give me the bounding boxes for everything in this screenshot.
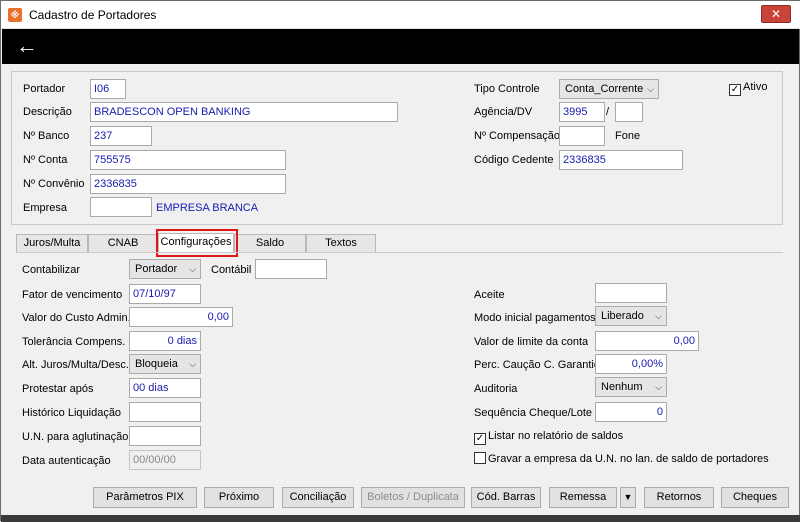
- un-label: U.N. para aglutinação: [22, 431, 129, 443]
- caucao-field[interactable]: 0,00%: [595, 354, 667, 374]
- data-aut-label: Data autenticação: [22, 455, 111, 467]
- fone-label: Fone: [615, 130, 641, 142]
- codigo-cedente-field[interactable]: 2336835: [559, 150, 683, 170]
- limite-label: Valor de limite da conta: [474, 336, 589, 348]
- tolerancia-label: Tolerância Compens.: [22, 336, 126, 348]
- chevron-down-icon: ⌵: [655, 382, 662, 392]
- sequencia-label: Sequência Cheque/Lote: [474, 407, 593, 419]
- alt-juros-select[interactable]: Bloqueia ⌵: [129, 354, 201, 374]
- nbanco-label: Nº Banco: [23, 130, 70, 142]
- proximo-button[interactable]: Próximo: [204, 487, 274, 508]
- descricao-label: Descrição: [23, 106, 72, 118]
- tab-juros-multa[interactable]: Juros/Multa: [16, 234, 88, 252]
- caucao-label: Perc. Caução C. Garantida: [474, 359, 607, 371]
- listar-label: Listar no relatório de saldos: [488, 430, 624, 442]
- cheques-button[interactable]: Cheques: [721, 487, 789, 508]
- protestar-field[interactable]: 00 dias: [129, 378, 201, 398]
- data-aut-field: 00/00/00: [129, 450, 201, 470]
- ncompensacao-label: Nº Compensação: [474, 130, 560, 142]
- contabilizar-select[interactable]: Portador ⌵: [129, 259, 201, 279]
- gravar-label: Gravar a empresa da U.N. no lan. de sald…: [488, 453, 769, 465]
- ativo-checkbox[interactable]: ✓ Ativo: [729, 81, 767, 96]
- retornos-button[interactable]: Retornos: [644, 487, 714, 508]
- nconta-label: Nº Conta: [23, 154, 68, 166]
- nconvenio-field[interactable]: 2336835: [90, 174, 286, 194]
- portador-field[interactable]: I06: [90, 79, 126, 99]
- historico-label: Histórico Liquidação: [22, 407, 122, 419]
- tolerancia-field[interactable]: 0 dias: [129, 331, 201, 351]
- alt-juros-value: Bloqueia: [135, 358, 178, 370]
- custo-label: Valor do Custo Admin.: [22, 312, 131, 324]
- remessa-dropdown-icon[interactable]: ▼: [620, 487, 636, 508]
- tipo-controle-select[interactable]: Conta_Corrente ⌵: [559, 79, 659, 99]
- empresa-field[interactable]: [90, 197, 152, 217]
- agencia-separator: /: [606, 106, 610, 118]
- nbanco-field[interactable]: 237: [90, 126, 152, 146]
- gravar-checkbox[interactable]: Gravar a empresa da U.N. no lan. de sald…: [474, 452, 769, 465]
- remessa-button[interactable]: Remessa: [549, 487, 617, 508]
- protestar-label: Protestar após: [22, 383, 94, 395]
- nconta-field[interactable]: 755575: [90, 150, 286, 170]
- back-arrow-icon[interactable]: ←: [16, 33, 38, 59]
- chevron-down-icon: ⌵: [189, 264, 196, 274]
- descricao-field[interactable]: BRADESCON OPEN BANKING: [90, 102, 398, 122]
- chevron-down-icon: ⌵: [189, 359, 196, 369]
- sequencia-field[interactable]: 0: [595, 402, 667, 422]
- conciliacao-button[interactable]: Conciliação: [282, 487, 354, 508]
- listar-checkbox-box: ✓: [474, 433, 486, 445]
- chevron-down-icon: ⌵: [655, 311, 662, 321]
- close-button[interactable]: ✕: [761, 5, 791, 23]
- contabil-field[interactable]: [255, 259, 327, 279]
- custo-field[interactable]: 0,00: [129, 307, 233, 327]
- modo-select[interactable]: Liberado ⌵: [595, 306, 667, 326]
- ativo-checkbox-box: ✓: [729, 84, 741, 96]
- agencia-field[interactable]: 3995: [559, 102, 605, 122]
- aceite-field[interactable]: [595, 283, 667, 303]
- tipo-controle-label: Tipo Controle: [474, 83, 540, 95]
- codigo-cedente-label: Código Cedente: [474, 154, 554, 166]
- chevron-down-icon: ⌵: [647, 84, 654, 94]
- ativo-label: Ativo: [743, 81, 768, 93]
- title-bar: ※ Cadastro de Portadores ✕: [1, 1, 800, 29]
- tab-saldo[interactable]: Saldo: [234, 234, 306, 252]
- parametros-pix-button[interactable]: Parâmetros PIX: [93, 487, 197, 508]
- contabil-label: Contábil: [211, 264, 252, 276]
- nav-bar: ←: [2, 29, 799, 64]
- agencia-label: Agência/DV: [474, 106, 533, 118]
- contabilizar-value: Portador: [135, 263, 178, 275]
- boletos-duplicata-button: Boletos / Duplicata: [361, 487, 465, 508]
- fator-label: Fator de vencimento: [22, 289, 123, 301]
- modo-label: Modo inicial pagamentos: [474, 312, 596, 324]
- gravar-checkbox-box: [474, 452, 486, 464]
- contabilizar-label: Contabilizar: [22, 264, 81, 276]
- tipo-controle-value: Conta_Corrente: [565, 83, 644, 95]
- aceite-label: Aceite: [474, 289, 505, 301]
- portador-label: Portador: [23, 83, 66, 95]
- modo-value: Liberado: [601, 310, 644, 322]
- listar-checkbox[interactable]: ✓ Listar no relatório de saldos: [474, 430, 623, 445]
- main-window: ※ Cadastro de Portadores ✕ ← Portador I0…: [0, 0, 800, 522]
- nconvenio-label: Nº Convênio: [23, 178, 85, 190]
- auditoria-value: Nenhum: [601, 381, 643, 393]
- fator-field[interactable]: 07/10/97: [129, 284, 201, 304]
- auditoria-label: Auditoria: [474, 383, 518, 395]
- window-title: Cadastro de Portadores: [29, 8, 157, 22]
- limite-field[interactable]: 0,00: [595, 331, 699, 351]
- alt-juros-label: Alt. Juros/Multa/Desc.: [22, 359, 129, 371]
- historico-field[interactable]: [129, 402, 201, 422]
- app-icon: ※: [8, 8, 22, 22]
- ncompensacao-field[interactable]: [559, 126, 605, 146]
- un-field[interactable]: [129, 426, 201, 446]
- empresa-name: EMPRESA BRANCA: [156, 202, 259, 214]
- cod-barras-button[interactable]: Cód. Barras: [471, 487, 541, 508]
- tab-textos[interactable]: Textos: [306, 234, 376, 252]
- auditoria-select[interactable]: Nenhum ⌵: [595, 377, 667, 397]
- empresa-label: Empresa: [23, 202, 68, 214]
- agencia-dv-field[interactable]: [615, 102, 643, 122]
- tab-cnab[interactable]: CNAB: [88, 234, 158, 252]
